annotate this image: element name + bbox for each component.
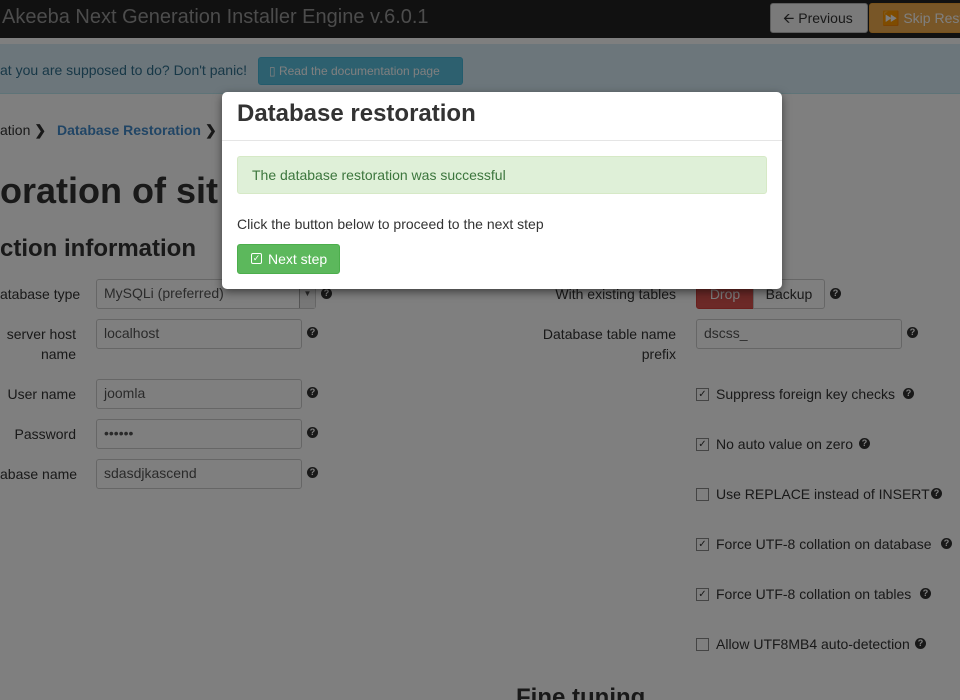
- success-alert: The database restoration was successful: [237, 156, 767, 194]
- modal-divider: [222, 140, 782, 141]
- check-square-icon: ✓: [251, 253, 262, 264]
- modal-instruction: Click the button below to proceed to the…: [237, 216, 544, 232]
- next-step-button[interactable]: ✓ Next step: [237, 244, 340, 274]
- modal-title: Database restoration: [237, 100, 476, 127]
- next-step-label: Next step: [268, 251, 328, 267]
- database-restoration-modal: Database restoration The database restor…: [222, 92, 782, 289]
